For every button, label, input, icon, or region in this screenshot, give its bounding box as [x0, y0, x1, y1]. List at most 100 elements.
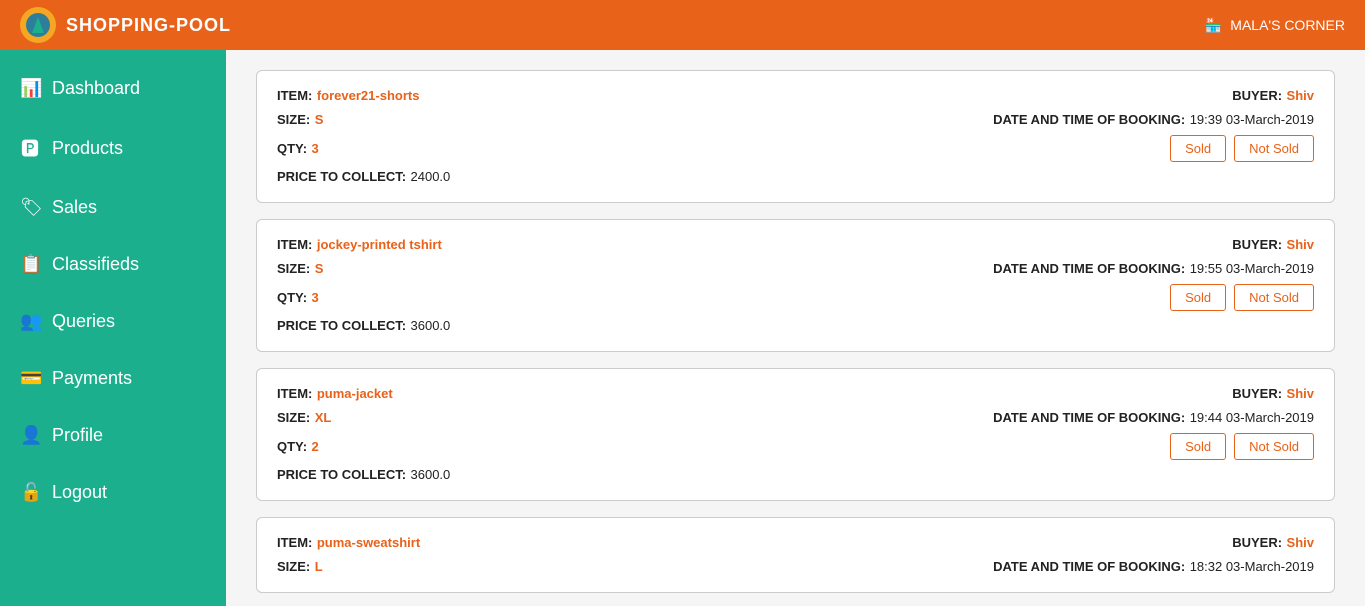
sidebar-item-queries[interactable]: 👥 Queries — [0, 293, 226, 350]
sold-button-1[interactable]: Sold — [1170, 284, 1226, 311]
sidebar-label-payments: Payments — [52, 368, 132, 389]
card-actions-1: Sold Not Sold — [1170, 284, 1314, 311]
card-row-qty-actions-0: QTY: 3 Sold Not Sold — [277, 135, 1314, 162]
card-row-size-date-3: SIZE: L DATE AND TIME OF BOOKING: 18:32 … — [277, 558, 1314, 576]
item-label-0: ITEM: — [277, 88, 312, 103]
price-value-0: 2400.0 — [411, 169, 451, 184]
sidebar-item-profile[interactable]: 👤 Profile — [0, 407, 226, 464]
card-row-price-1: PRICE TO COLLECT: 3600.0 — [277, 317, 1314, 335]
price-value-2: 3600.0 — [411, 467, 451, 482]
sidebar: 📊 Dashboard 🅿 Products 🏷 Sales 📋 Classif… — [0, 50, 226, 606]
size-label-0: SIZE: — [277, 112, 310, 127]
card-row-qty-actions-2: QTY: 2 Sold Not Sold — [277, 433, 1314, 460]
date-value-3: 18:32 03-March-2019 — [1190, 559, 1314, 574]
size-field-1: SIZE: S — [277, 260, 323, 278]
qty-field-1: QTY: 3 — [277, 289, 319, 307]
app-title: SHOPPING-POOL — [66, 15, 231, 36]
logout-icon: 🔓 — [20, 482, 40, 503]
date-value-0: 19:39 03-March-2019 — [1190, 112, 1314, 127]
qty-label-1: QTY: — [277, 290, 307, 305]
card-row-item-buyer-2: ITEM: puma-jacket BUYER: Shiv — [277, 385, 1314, 403]
not-sold-button-2[interactable]: Not Sold — [1234, 433, 1314, 460]
size-value-2: XL — [315, 410, 332, 425]
dashboard-icon: 📊 — [20, 78, 40, 99]
sidebar-item-dashboard[interactable]: 📊 Dashboard — [0, 60, 226, 117]
sidebar-item-sales[interactable]: 🏷 Sales — [0, 179, 226, 236]
price-label-0: PRICE TO COLLECT: — [277, 169, 406, 184]
date-label-3: DATE AND TIME OF BOOKING: — [993, 559, 1185, 574]
queries-icon: 👥 — [20, 311, 40, 332]
store-name: MALA'S CORNER — [1230, 17, 1345, 33]
qty-field-0: QTY: 3 — [277, 140, 319, 158]
not-sold-button-0[interactable]: Not Sold — [1234, 135, 1314, 162]
price-label-2: PRICE TO COLLECT: — [277, 467, 406, 482]
size-value-3: L — [315, 559, 323, 574]
store-icon: 🏪 — [1205, 17, 1222, 34]
sidebar-label-products: Products — [52, 138, 123, 159]
sidebar-label-classifieds: Classifieds — [52, 254, 139, 275]
size-field-2: SIZE: XL — [277, 409, 331, 427]
size-value-0: S — [315, 112, 324, 127]
price-field-0: PRICE TO COLLECT: 2400.0 — [277, 168, 450, 186]
card-row-price-0: PRICE TO COLLECT: 2400.0 — [277, 168, 1314, 186]
buyer-label-0: BUYER: — [1232, 88, 1282, 103]
date-label-2: DATE AND TIME OF BOOKING: — [993, 410, 1185, 425]
card-row-size-date-0: SIZE: S DATE AND TIME OF BOOKING: 19:39 … — [277, 111, 1314, 129]
buyer-value-2: Shiv — [1287, 386, 1314, 401]
header-left: SHOPPING-POOL — [20, 7, 231, 43]
booking-card-2: ITEM: puma-jacket BUYER: Shiv SIZE: XL D… — [256, 368, 1335, 501]
date-value-2: 19:44 03-March-2019 — [1190, 410, 1314, 425]
item-value-1: jockey-printed tshirt — [317, 237, 442, 252]
buyer-info-0: BUYER: Shiv — [1232, 87, 1314, 105]
sales-icon: 🏷 — [20, 197, 40, 218]
header-right: 🏪 MALA'S CORNER — [1205, 17, 1345, 34]
date-info-1: DATE AND TIME OF BOOKING: 19:55 03-March… — [993, 260, 1314, 278]
qty-value-2: 2 — [312, 439, 319, 454]
date-info-2: DATE AND TIME OF BOOKING: 19:44 03-March… — [993, 409, 1314, 427]
booking-card-0: ITEM: forever21-shorts BUYER: Shiv SIZE:… — [256, 70, 1335, 203]
products-icon: 🅿 — [20, 135, 40, 161]
buyer-info-1: BUYER: Shiv — [1232, 236, 1314, 254]
date-info-3: DATE AND TIME OF BOOKING: 18:32 03-March… — [993, 558, 1314, 576]
sidebar-label-sales: Sales — [52, 197, 97, 218]
sidebar-item-logout[interactable]: 🔓 Logout — [0, 464, 226, 521]
item-value-0: forever21-shorts — [317, 88, 420, 103]
card-row-size-date-1: SIZE: S DATE AND TIME OF BOOKING: 19:55 … — [277, 260, 1314, 278]
item-value-3: puma-sweatshirt — [317, 535, 420, 550]
sidebar-label-dashboard: Dashboard — [52, 78, 140, 99]
sidebar-item-products[interactable]: 🅿 Products — [0, 117, 226, 179]
size-value-1: S — [315, 261, 324, 276]
size-field-3: SIZE: L — [277, 558, 323, 576]
item-field-3: ITEM: puma-sweatshirt — [277, 534, 420, 552]
date-label-1: DATE AND TIME OF BOOKING: — [993, 261, 1185, 276]
card-row-item-buyer-3: ITEM: puma-sweatshirt BUYER: Shiv — [277, 534, 1314, 552]
size-field-0: SIZE: S — [277, 111, 323, 129]
buyer-value-0: Shiv — [1287, 88, 1314, 103]
card-row-item-buyer-0: ITEM: forever21-shorts BUYER: Shiv — [277, 87, 1314, 105]
item-field-1: ITEM: jockey-printed tshirt — [277, 236, 442, 254]
card-row-item-buyer-1: ITEM: jockey-printed tshirt BUYER: Shiv — [277, 236, 1314, 254]
card-row-size-date-2: SIZE: XL DATE AND TIME OF BOOKING: 19:44… — [277, 409, 1314, 427]
buyer-value-1: Shiv — [1287, 237, 1314, 252]
sidebar-label-queries: Queries — [52, 311, 115, 332]
sold-button-2[interactable]: Sold — [1170, 433, 1226, 460]
not-sold-button-1[interactable]: Not Sold — [1234, 284, 1314, 311]
sidebar-item-payments[interactable]: 💳 Payments — [0, 350, 226, 407]
sold-button-0[interactable]: Sold — [1170, 135, 1226, 162]
booking-card-1: ITEM: jockey-printed tshirt BUYER: Shiv … — [256, 219, 1335, 352]
sidebar-item-classifieds[interactable]: 📋 Classifieds — [0, 236, 226, 293]
size-label-2: SIZE: — [277, 410, 310, 425]
card-actions-0: Sold Not Sold — [1170, 135, 1314, 162]
item-value-2: puma-jacket — [317, 386, 393, 401]
main-content: ITEM: forever21-shorts BUYER: Shiv SIZE:… — [226, 50, 1365, 606]
qty-field-2: QTY: 2 — [277, 438, 319, 456]
price-field-1: PRICE TO COLLECT: 3600.0 — [277, 317, 450, 335]
date-value-1: 19:55 03-March-2019 — [1190, 261, 1314, 276]
date-label-0: DATE AND TIME OF BOOKING: — [993, 112, 1185, 127]
buyer-label-1: BUYER: — [1232, 237, 1282, 252]
price-label-1: PRICE TO COLLECT: — [277, 318, 406, 333]
profile-icon: 👤 — [20, 425, 40, 446]
item-label-2: ITEM: — [277, 386, 312, 401]
buyer-label-3: BUYER: — [1232, 535, 1282, 550]
date-info-0: DATE AND TIME OF BOOKING: 19:39 03-March… — [993, 111, 1314, 129]
